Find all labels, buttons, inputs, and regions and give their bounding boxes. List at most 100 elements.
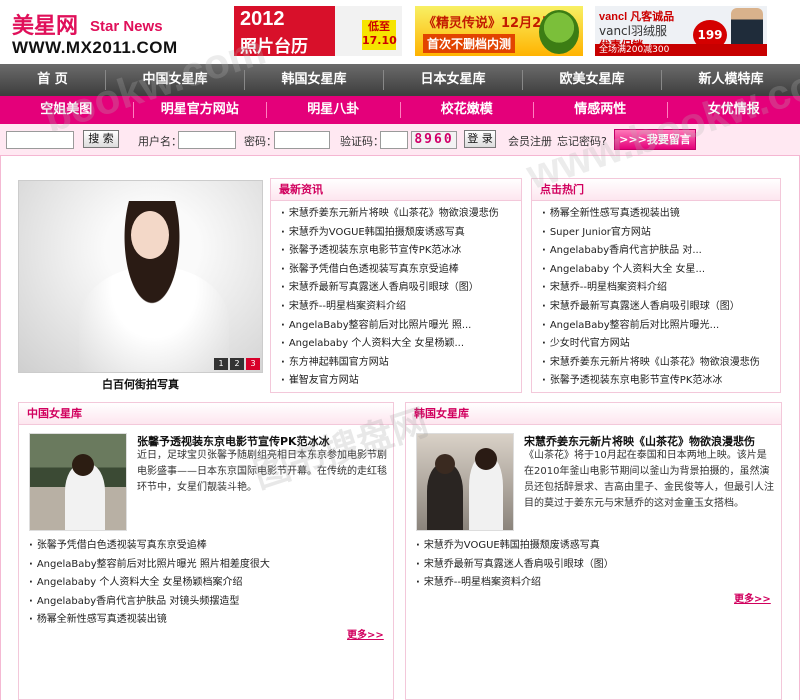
list-item[interactable]: 张馨予凭借白色透视装写真东京受追棒: [281, 261, 513, 280]
subnav-official-sites[interactable]: 明星官方网站: [134, 96, 267, 124]
photo-head-shape: [72, 454, 94, 476]
nav-new-models[interactable]: 新人模特库: [662, 64, 800, 96]
ad-line2: 首次不删档内测: [423, 34, 516, 53]
forgot-password-link[interactable]: 忘记密码?: [557, 133, 607, 149]
list-item[interactable]: 张馨予凭借白色透视装写真东京受追棒: [29, 537, 385, 556]
captcha-input[interactable]: [380, 131, 408, 149]
list-item[interactable]: 崔智友官方网站: [281, 372, 513, 391]
list-item[interactable]: 东方神起韩国官方网站: [281, 354, 513, 373]
pager-3[interactable]: 3: [246, 358, 260, 370]
list-item[interactable]: 宋慧乔为VOGUE韩国拍摄颓废诱惑写真: [416, 537, 773, 556]
hot-list: 杨幂全新性感写真透视装出镜 Super Junior官方网站 Angelabab…: [532, 201, 780, 391]
panel-title[interactable]: 中国女星库: [19, 403, 393, 425]
username-input[interactable]: [178, 131, 236, 149]
list-item[interactable]: 宋慧乔姜东元新片将映《山茶花》物欲浪漫悲伤: [542, 354, 772, 373]
panel-title: 最新资讯: [271, 179, 521, 201]
panel-title: 点击热门: [532, 179, 780, 201]
site-header: 美星网 Star News WWW.MX2011.COM 2012 照片台历 低…: [0, 0, 800, 64]
feature-text: 近日，足球宝贝张馨予随剧组亮相日本东京参加电影节剧电影盛事——日本东京国际电影节…: [137, 450, 387, 493]
photo-head-shape: [435, 454, 455, 474]
panel-title[interactable]: 韩国女星库: [406, 403, 781, 425]
ad-year: 2012: [240, 8, 285, 30]
nav-japan-stars[interactable]: 日本女星库: [384, 64, 522, 96]
list-item[interactable]: 宋慧乔--明星档案资料介绍: [416, 574, 773, 593]
china-stars-list: 张馨予凭借白色透视装写真东京受追棒 AngelaBaby整容前后对比照片曝光 照…: [19, 533, 393, 630]
list-item[interactable]: Angelababy香肩代言护肤品 对镜头频摆造型: [29, 593, 385, 612]
list-item[interactable]: Angelababy 个人资料大全 女星杨颖档案介绍: [29, 574, 385, 593]
subnav-gossip[interactable]: 明星八卦: [267, 96, 400, 124]
pager-1[interactable]: 1: [214, 358, 228, 370]
list-item[interactable]: AngelaBaby整容前后对比照片曝光 照片相差度很大: [29, 556, 385, 575]
photo-caption[interactable]: 白百何街拍写真: [18, 376, 263, 392]
photo-face-shape: [131, 211, 169, 259]
register-link[interactable]: 会员注册: [508, 133, 552, 149]
pager-2[interactable]: 2: [230, 358, 244, 370]
list-item[interactable]: 张馨予透视装东京电影节宣传PK范冰冰: [281, 242, 513, 261]
list-item[interactable]: 宋慧乔为VOGUE韩国拍摄颓废诱惑写真: [281, 224, 513, 243]
photo-head-shape: [475, 448, 497, 470]
logo-cn: 美星网: [12, 13, 79, 39]
photo-pager: 1 2 3: [214, 358, 260, 370]
list-item[interactable]: AngelaBaby整容前后对比照片曝光 照...: [281, 317, 513, 336]
sub-nav: 空姐美图 明星官方网站 明星八卦 校花嫩模 情感两性 女优情报: [0, 96, 800, 124]
list-item[interactable]: Angelababy香肩代言护肤品 对...: [542, 242, 772, 261]
nav-korea-stars[interactable]: 韩国女星库: [245, 64, 383, 96]
password-input[interactable]: [274, 131, 330, 149]
login-button[interactable]: 登 录: [464, 130, 496, 148]
subnav-stewardess[interactable]: 空姐美图: [0, 96, 133, 124]
username-label: 用户名：: [138, 135, 182, 148]
list-item[interactable]: 宋慧乔姜东元新片将映《山茶花》物欲浪漫悲伤: [281, 205, 513, 224]
ad-strip: 全场满200减300: [595, 44, 767, 56]
ad-line1: 《精灵传说》12月2日: [423, 16, 555, 31]
list-item[interactable]: AngelaBaby整容前后对比照片曝光...: [542, 317, 772, 336]
list-item[interactable]: Super Junior官方网站: [542, 224, 772, 243]
banner-ad-game[interactable]: 《精灵传说》12月2日 首次不删档内测: [415, 6, 583, 56]
nav-western-stars[interactable]: 欧美女星库: [523, 64, 661, 96]
search-button[interactable]: 搜 索: [83, 130, 119, 148]
feature-photo[interactable]: [29, 433, 127, 531]
list-item[interactable]: 张馨予透视装东京电影节宣传PK范冰冰: [542, 372, 772, 391]
ad-title: 照片台历: [240, 37, 308, 56]
ad-price: 低至 17.10: [362, 20, 397, 50]
korea-stars-list: 宋慧乔为VOGUE韩国拍摄颓废诱惑写真 宋慧乔最新写真露迷人香肩吸引眼球（图） …: [406, 533, 781, 593]
site-logo[interactable]: 美星网 Star News WWW.MX2011.COM: [10, 8, 180, 58]
list-item[interactable]: 宋慧乔最新写真露迷人香肩吸引眼球（图）: [281, 279, 513, 298]
news-list: 宋慧乔姜东元新片将映《山茶花》物欲浪漫悲伤 宋慧乔为VOGUE韩国拍摄颓废诱惑写…: [271, 201, 521, 391]
logo-en: Star News: [90, 18, 163, 35]
list-item[interactable]: 少女时代官方网站: [542, 335, 772, 354]
more-link[interactable]: 更多>>: [347, 626, 384, 641]
list-item[interactable]: 宋慧乔--明星档案资料介绍: [281, 298, 513, 317]
nav-china-stars[interactable]: 中国女星库: [106, 64, 244, 96]
password-label: 密码：: [244, 135, 277, 148]
featured-photo-box: 1 2 3 白百何街拍写真: [18, 180, 263, 393]
captcha-image[interactable]: 8960: [411, 131, 457, 149]
feature-photo[interactable]: [416, 433, 514, 531]
subnav-idol-news[interactable]: 女优情报: [668, 96, 800, 124]
hot-panel: 点击热门 杨幂全新性感写真透视装出镜 Super Junior官方网站 Ange…: [531, 178, 781, 393]
featured-photo[interactable]: 1 2 3: [18, 180, 263, 373]
guestbook-button[interactable]: >>>我要留言: [614, 129, 696, 150]
captcha-label: 验证码：: [340, 135, 384, 148]
search-input[interactable]: [6, 131, 74, 149]
latest-news-panel: 最新资讯 宋慧乔姜东元新片将映《山茶花》物欲浪漫悲伤 宋慧乔为VOGUE韩国拍摄…: [270, 178, 522, 393]
subnav-relationships[interactable]: 情感两性: [534, 96, 667, 124]
list-item[interactable]: Angelababy 个人资料大全 女星...: [542, 261, 772, 280]
list-item[interactable]: Angelababy 个人资料大全 女星杨颖...: [281, 335, 513, 354]
nav-home[interactable]: 首 页: [0, 64, 105, 96]
korea-stars-panel: 韩国女星库 宋慧乔姜东元新片将映《山茶花》物欲浪漫悲伤 《山茶花》将于10月起在…: [405, 402, 782, 700]
ad-character-icon: [539, 10, 579, 54]
banner-ad-vancl[interactable]: vancl 凡客诚品 vancl羽绒服 优惠促销 199 全场满200减300: [595, 6, 767, 56]
feature-text: 《山茶花》将于10月起在泰国和日本两地上映。该片是在2010年釜山电影节期间以釜…: [524, 450, 774, 509]
list-item[interactable]: 杨幂全新性感写真透视装出镜: [29, 611, 385, 630]
subnav-campus[interactable]: 校花嫩模: [401, 96, 534, 124]
list-item[interactable]: 杨幂全新性感写真透视装出镜: [542, 205, 772, 224]
feature-title[interactable]: 张馨予透视装东京电影节宣传PK范冰冰: [137, 433, 330, 449]
list-item[interactable]: 宋慧乔最新写真露迷人香肩吸引眼球（图）: [542, 298, 772, 317]
more-link[interactable]: 更多>>: [734, 590, 771, 605]
photo-figure-shape: [427, 464, 463, 530]
main-nav: 首 页 中国女星库 韩国女星库 日本女星库 欧美女星库 新人模特库: [0, 64, 800, 96]
list-item[interactable]: 宋慧乔最新写真露迷人香肩吸引眼球（图）: [416, 556, 773, 575]
feature-title[interactable]: 宋慧乔姜东元新片将映《山茶花》物欲浪漫悲伤: [524, 433, 755, 449]
list-item[interactable]: 宋慧乔--明星档案资料介绍: [542, 279, 772, 298]
banner-ad-calendar[interactable]: 2012 照片台历 低至 17.10: [234, 6, 402, 56]
